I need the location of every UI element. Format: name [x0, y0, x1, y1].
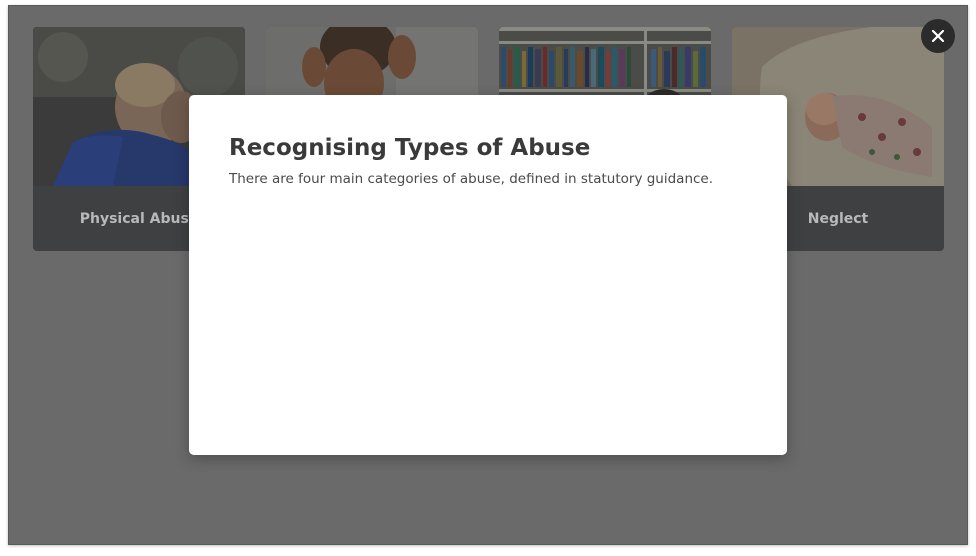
modal-dialog: Recognising Types of Abuse There are fou…: [189, 95, 787, 455]
lightbox-overlay: Physical Abuse Neglect Recognising Types…: [8, 5, 968, 545]
modal-subtitle: There are four main categories of abuse,…: [229, 171, 714, 187]
close-icon: [931, 29, 945, 43]
close-button[interactable]: [921, 19, 955, 53]
modal-title: Recognising Types of Abuse: [229, 135, 591, 161]
